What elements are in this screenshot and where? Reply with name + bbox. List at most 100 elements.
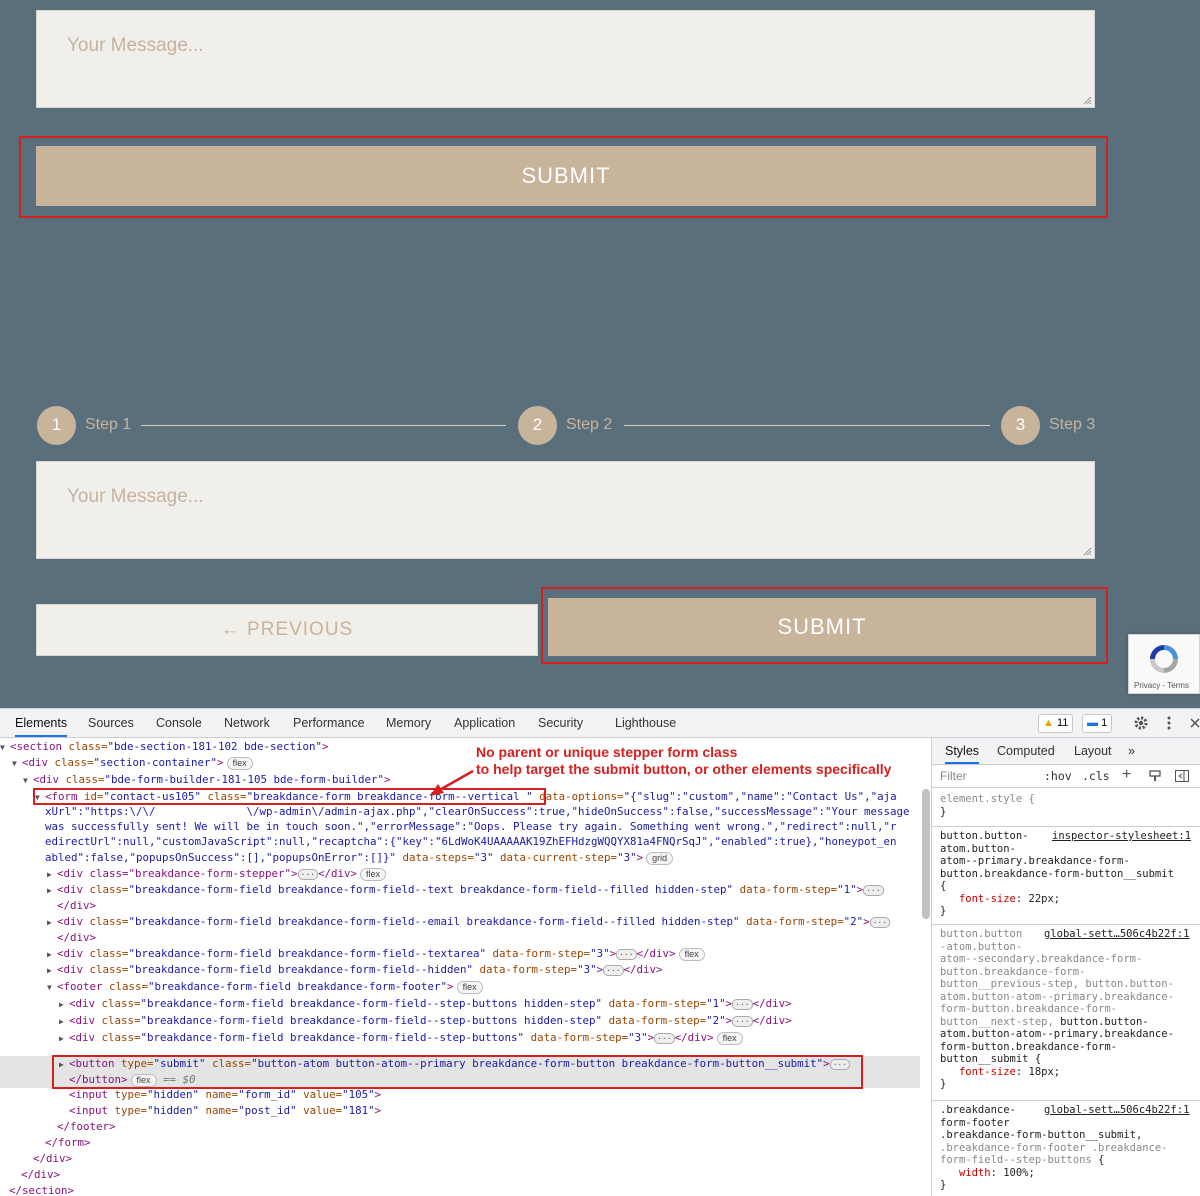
ellipsis-icon[interactable]: ···	[297, 869, 318, 880]
recaptcha-badge[interactable]: Privacy - Terms	[1128, 634, 1200, 694]
collapsed-triangle-icon[interactable]: ▶	[47, 883, 57, 899]
expand-triangle-icon[interactable]: ▼	[0, 740, 10, 756]
tab-lighthouse[interactable]: Lighthouse	[615, 709, 676, 737]
more-tabs-icon[interactable]: »	[1128, 738, 1135, 764]
message-textarea[interactable]: Your Message...	[36, 461, 1095, 559]
collapsed-triangle-icon[interactable]: ▶	[47, 867, 57, 883]
cls-toggle[interactable]: .cls	[1082, 769, 1110, 783]
highlight-box	[52, 1055, 863, 1089]
dom-node-stepper[interactable]: ▶ <div class="breakdance-form-stepper"> ··…	[0, 866, 920, 882]
step-label: Step 2	[566, 416, 613, 433]
tab-computed[interactable]: Computed	[997, 738, 1055, 764]
close-icon[interactable]	[1190, 718, 1200, 728]
scrollbar[interactable]	[922, 789, 930, 919]
dom-node-field-textarea[interactable]: ▶ <div class="breakdance-form-field break…	[0, 946, 920, 962]
sidebar-toggle-icon[interactable]	[1175, 770, 1189, 782]
dom-node-input-post-id[interactable]: <input type="hidden" name="post_id" valu…	[0, 1103, 920, 1119]
dom-node-step-buttons-3[interactable]: ▶ <div class="breakdance-form-field break…	[0, 1030, 920, 1046]
styles-filter-bar: Filter :hov .cls +	[932, 765, 1200, 788]
tab-sources[interactable]: Sources	[88, 709, 134, 737]
ellipsis-icon[interactable]: ···	[616, 949, 637, 960]
ellipsis-icon[interactable]: ···	[732, 999, 753, 1010]
tab-console[interactable]: Console	[156, 709, 202, 737]
message-placeholder: Your Message...	[67, 35, 204, 56]
dom-text-line: abled":false,"popupsOnSuccess":[],"popup…	[45, 850, 920, 866]
stepper-step-2[interactable]: 2 Step 2	[518, 405, 612, 445]
step-number: 2	[518, 405, 557, 445]
expand-triangle-icon[interactable]: ▼	[47, 980, 57, 996]
expand-triangle-icon[interactable]: ▼	[23, 773, 33, 789]
gear-icon[interactable]	[1133, 715, 1149, 731]
elements-tree[interactable]: ▼ <section class="bde-section-181-102 bde…	[0, 738, 920, 1196]
dom-node-step-buttons-1[interactable]: ▶ <div class="breakdance-form-field break…	[0, 996, 920, 1012]
collapsed-triangle-icon[interactable]: ▶	[47, 915, 57, 931]
ellipsis-icon[interactable]: ···	[732, 1016, 753, 1027]
messages-badge[interactable]: ▬ 1	[1082, 714, 1113, 733]
filter-input[interactable]: Filter	[940, 769, 967, 783]
style-rule-element[interactable]: element.style { }	[940, 793, 1197, 818]
highlight-box	[33, 788, 546, 805]
rule-divider	[932, 826, 1200, 827]
stepper-line	[141, 425, 506, 426]
rule-source-link[interactable]: inspector-stylesheet:1	[1052, 830, 1197, 843]
tab-elements[interactable]: Elements	[15, 709, 68, 737]
warning-icon: ▲	[1043, 717, 1054, 729]
dom-node-step-buttons-2[interactable]: ▶ <div class="breakdance-form-field break…	[0, 1013, 920, 1029]
collapsed-triangle-icon[interactable]: ▶	[59, 997, 69, 1013]
ellipsis-icon[interactable]: ···	[869, 917, 891, 928]
resize-handle-icon[interactable]	[1082, 546, 1092, 556]
rule-divider	[932, 1100, 1200, 1101]
style-rule-inspector[interactable]: button.button- atom.button- atom--primar…	[940, 830, 1197, 918]
tab-performance[interactable]: Performance	[293, 709, 365, 737]
dom-node-field-email[interactable]: ▶ <div class="breakdance-form-field break…	[0, 914, 920, 930]
collapsed-triangle-icon[interactable]: ▶	[59, 1031, 69, 1047]
dom-text-line: xUrl":"https:\/\/ \/wp-admin\/admin-ajax…	[45, 805, 910, 818]
annotation-line: to help target the submit button, or oth…	[476, 761, 892, 777]
flex-pill[interactable]: flex	[678, 948, 705, 961]
dom-text-line: edirectUrl":null,"customJavaScript":null…	[45, 835, 897, 848]
more-vertical-icon[interactable]	[1166, 715, 1172, 731]
collapsed-triangle-icon[interactable]: ▶	[47, 947, 57, 963]
dom-close-footer: </footer>	[57, 1120, 116, 1133]
styles-pane: Styles Computed Layout » Filter :hov .cl…	[931, 738, 1200, 1196]
dom-node-input-form-id[interactable]: <input type="hidden" name="form_id" valu…	[0, 1087, 920, 1103]
flex-pill[interactable]: flex	[716, 1032, 743, 1045]
stepper-step-1[interactable]: 1 Step 1	[37, 405, 131, 445]
stepper-step-3[interactable]: 3 Step 3	[1001, 405, 1095, 445]
ellipsis-icon[interactable]: ···	[863, 885, 884, 896]
style-rule-global-2[interactable]: .breakdance- form-footer .breakdance-for…	[940, 1104, 1197, 1192]
warnings-badge[interactable]: ▲ 11	[1038, 714, 1074, 733]
flex-pill[interactable]: flex	[456, 981, 483, 994]
rule-source-link[interactable]: global-sett…506c4b22f:1	[1044, 1104, 1197, 1117]
grid-pill[interactable]: grid	[646, 852, 674, 865]
flex-pill[interactable]: flex	[359, 868, 386, 881]
highlight-box	[19, 136, 1108, 218]
rule-source-link[interactable]: global-sett…506c4b22f:1	[1044, 928, 1197, 941]
previous-button[interactable]: ← PREVIOUS	[36, 604, 538, 656]
expand-triangle-icon[interactable]: ▼	[12, 756, 22, 772]
tab-layout[interactable]: Layout	[1074, 738, 1112, 764]
tab-application[interactable]: Application	[454, 709, 515, 737]
dom-node-field-text[interactable]: ▶ <div class="breakdance-form-field break…	[0, 882, 920, 898]
recaptcha-links[interactable]: Privacy - Terms	[1134, 681, 1189, 690]
collapsed-triangle-icon[interactable]: ▶	[47, 963, 57, 979]
dom-close-section: </section>	[9, 1184, 75, 1196]
tab-network[interactable]: Network	[224, 709, 270, 737]
resize-handle-icon[interactable]	[1082, 95, 1092, 105]
tab-memory[interactable]: Memory	[386, 709, 431, 737]
add-rule-icon[interactable]: +	[1122, 766, 1131, 784]
flex-pill[interactable]: flex	[226, 757, 253, 770]
message-textarea-top[interactable]: Your Message...	[36, 10, 1095, 108]
dom-node-footer[interactable]: ▼ <footer class="breakdance-form-field br…	[0, 979, 920, 995]
ellipsis-icon[interactable]: ···	[603, 965, 624, 976]
collapsed-triangle-icon[interactable]: ▶	[59, 1014, 69, 1030]
paint-icon[interactable]	[1149, 770, 1161, 782]
ellipsis-icon[interactable]: ···	[654, 1033, 675, 1044]
hov-toggle[interactable]: :hov	[1044, 769, 1072, 783]
page-preview: Your Message... SUBMIT 1 Step 1 2 Step 2…	[0, 0, 1200, 708]
message-icon: ▬	[1087, 717, 1098, 729]
tab-security[interactable]: Security	[538, 709, 583, 737]
dom-node-field-hidden[interactable]: ▶ <div class="breakdance-form-field break…	[0, 962, 920, 978]
tab-styles[interactable]: Styles	[945, 738, 980, 764]
style-rule-global-1[interactable]: button.button -atom.button- atom--second…	[940, 928, 1197, 1091]
